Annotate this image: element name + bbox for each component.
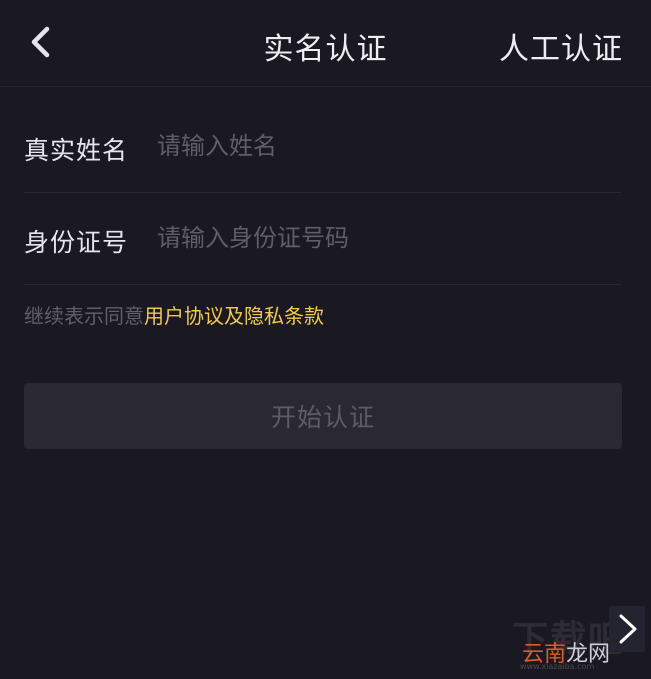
real-name-verification-screen: 实名认证 人工认证 真实姓名 身份证号 继续表示同意用户协议及隐私条款 开始认证…: [0, 0, 651, 679]
name-label: 真实姓名: [24, 136, 129, 165]
watermark-domain: www.xiazaiba.com: [520, 662, 595, 671]
next-button[interactable]: [609, 606, 645, 652]
field-divider: [24, 192, 621, 193]
back-button[interactable]: [22, 22, 62, 62]
start-verification-button[interactable]: 开始认证: [24, 383, 622, 449]
id-number-label: 身份证号: [24, 228, 129, 257]
field-divider: [24, 284, 621, 285]
user-agreement-link[interactable]: 用户协议及隐私条款: [144, 304, 324, 328]
navigation-bar: 实名认证 人工认证: [0, 0, 651, 86]
chevron-right-icon: [619, 614, 637, 644]
id-number-input[interactable]: [157, 215, 597, 261]
manual-verification-button[interactable]: 人工认证: [499, 24, 623, 68]
header-divider: [0, 86, 651, 87]
name-field-row: 真实姓名: [24, 103, 621, 193]
id-number-field-row: 身份证号: [24, 195, 621, 285]
agreement-prefix: 继续表示同意: [24, 304, 144, 328]
agreement-notice: 继续表示同意用户协议及隐私条款: [24, 300, 324, 329]
chevron-left-icon: [31, 26, 50, 58]
name-input[interactable]: [157, 123, 597, 169]
